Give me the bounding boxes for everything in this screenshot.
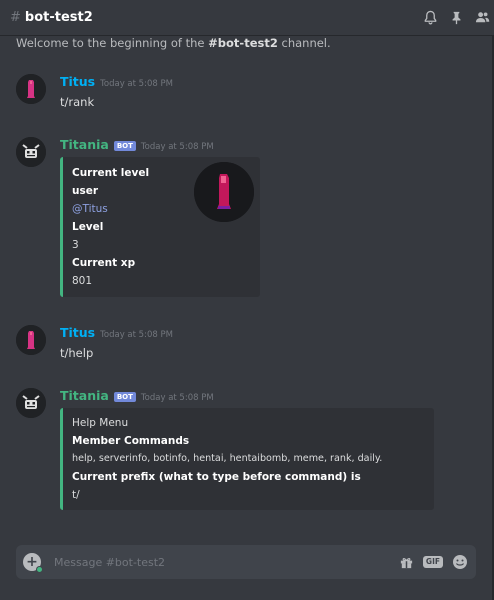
members-icon[interactable] [474,8,490,26]
bot-tag: BOT [113,141,136,151]
embed-field-name: Current xp [72,257,136,269]
embed-field-value: 801 [72,275,93,287]
composer-toolbar: GIF [399,553,468,571]
channel-header: # bot-test2 [0,0,494,36]
avatar[interactable] [16,388,46,418]
message-header: Titania BOT Today at 5:08 PM [60,137,214,152]
gift-icon[interactable] [399,553,414,571]
message-text: t/rank [60,95,95,109]
gif-label: GIF [422,556,443,568]
channel-name: bot-test2 [24,10,93,25]
avatar[interactable] [16,325,46,355]
timestamp: Today at 5:08 PM [140,393,214,403]
message-item: Titus Today at 5:08 PM t/help [0,325,494,365]
embed-field-name: Current prefix (what to type before comm… [72,471,361,483]
message-text: t/help [60,346,94,360]
avatar[interactable] [16,137,46,167]
bot-tag: BOT [113,392,136,402]
embed-field-value: t/ [72,489,80,501]
help-embed: Help Menu Member Commands help, serverin… [60,408,434,510]
embed-thumbnail[interactable] [194,162,254,222]
rank-embed: Current level user @Titus Level 3 Curren… [60,157,260,297]
username[interactable]: Titus [60,74,95,89]
user-avatar-icon [16,74,46,104]
embed-field-name: Member Commands [72,435,190,447]
avatar[interactable] [16,74,46,104]
embed-field-value: help, serverinfo, botinfo, hentai, henta… [72,453,383,464]
timestamp: Today at 5:08 PM [100,79,173,89]
message-input[interactable] [54,552,384,572]
emoji-icon[interactable] [452,553,468,571]
embed-field-value: 3 [72,239,79,251]
bell-icon[interactable] [422,8,438,26]
channel-welcome-text: Welcome to the beginning of the #bot-tes… [16,36,331,50]
header-toolbar [422,8,490,26]
channel-hash-icon: # [10,10,21,25]
message-header: Titus Today at 5:08 PM [60,74,173,89]
message-composer: + GIF [16,545,476,579]
message-header: Titus Today at 5:08 PM [60,325,173,340]
username[interactable]: Titania [60,137,109,152]
plus-icon[interactable]: + [23,553,43,573]
message-item: Titania BOT Today at 5:08 PM Current lev… [0,137,494,307]
bot-avatar-icon [16,137,46,167]
status-dot [36,566,43,573]
bot-avatar-icon [16,388,46,418]
pin-icon[interactable] [448,8,464,26]
username[interactable]: Titania [60,388,109,403]
username[interactable]: Titus [60,325,95,340]
message-list[interactable]: Welcome to the beginning of the #bot-tes… [0,36,494,542]
message-item: Titania BOT Today at 5:08 PM Help Menu M… [0,388,494,518]
message-header: Titania BOT Today at 5:08 PM [60,388,214,403]
message-item: Titus Today at 5:08 PM t/rank [0,74,494,114]
embed-title: Help Menu [72,417,129,429]
user-avatar-icon [16,325,46,355]
timestamp: Today at 5:08 PM [100,330,173,340]
gif-icon[interactable]: GIF [422,553,443,571]
welcome-channel-name: #bot-test2 [208,36,278,50]
user-thumbnail-icon [194,162,254,222]
timestamp: Today at 5:08 PM [140,142,214,152]
